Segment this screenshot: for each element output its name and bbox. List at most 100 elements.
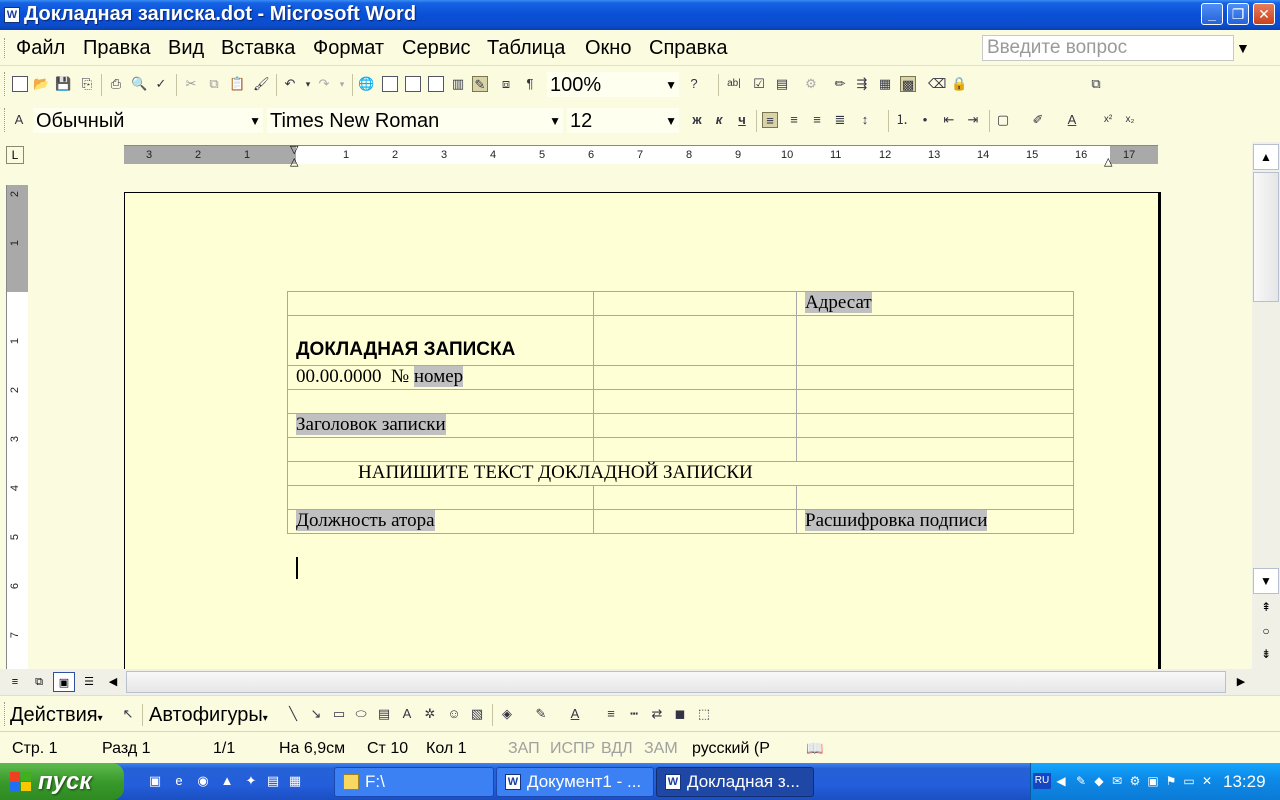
tray-expand-icon[interactable]: ◀ <box>1053 773 1069 789</box>
font-color-icon[interactable]: A <box>1064 112 1080 128</box>
tray-icon[interactable]: ▣ <box>1145 773 1161 789</box>
title-bar[interactable]: W Докладная записка.dot - Microsoft Word… <box>0 0 1280 30</box>
tray-icon[interactable]: ▭ <box>1181 773 1197 789</box>
insert-frame-icon[interactable]: ⇶ <box>854 76 870 92</box>
new-document-icon[interactable] <box>12 76 28 92</box>
language-indicator[interactable]: RU <box>1033 773 1051 789</box>
document-area[interactable]: Адресат ДОКЛАДНАЯ ЗАПИСКА 00.00.0000 № н… <box>34 170 1252 669</box>
insert-table-form-icon[interactable]: ▦ <box>877 76 893 92</box>
line-icon[interactable]: ╲ <box>285 706 301 722</box>
insert-excel-icon[interactable] <box>428 76 444 92</box>
toolbar-grip[interactable] <box>4 108 7 132</box>
scroll-up-button[interactable]: ▲ <box>1253 144 1279 170</box>
show-formatting-icon[interactable]: ¶ <box>522 76 538 92</box>
font-select[interactable]: Times New Roman ▼ <box>266 107 564 134</box>
tray-icon[interactable]: ✎ <box>1073 773 1089 789</box>
save-icon[interactable]: 💾 <box>55 76 71 92</box>
outline-view-icon[interactable]: ☰ <box>78 672 100 692</box>
bullets-icon[interactable]: • <box>917 112 933 128</box>
font-color-icon[interactable]: A <box>567 706 583 722</box>
document-map-icon[interactable]: ⧈ <box>498 76 514 92</box>
format-painter-icon[interactable]: 🖌 <box>253 76 270 92</box>
justify-icon[interactable]: ≣ <box>832 112 848 128</box>
horizontal-ruler[interactable]: 3 2 1 1 2 3 4 5 6 7 8 9 10 11 12 13 14 1… <box>124 144 1158 168</box>
media-player-icon[interactable]: ▲ <box>218 772 236 790</box>
menu-view[interactable]: Вид <box>168 37 204 60</box>
scroll-thumb[interactable] <box>1253 172 1279 302</box>
style-select[interactable]: Обычный ▼ <box>32 107 264 134</box>
close-button[interactable]: ✕ <box>1253 3 1275 25</box>
status-extend[interactable]: ВДЛ <box>601 740 633 758</box>
print-icon[interactable]: ⎙ <box>108 76 124 92</box>
increase-indent-icon[interactable]: ⇥ <box>965 112 981 128</box>
3d-icon[interactable]: ⬚ <box>696 706 712 722</box>
tables-borders-icon[interactable] <box>382 76 398 92</box>
web-view-icon[interactable]: ⧉ <box>28 672 50 692</box>
zoom-select[interactable]: 100% ▼ <box>546 71 680 98</box>
previous-page-icon[interactable]: ⇞ <box>1256 600 1276 614</box>
numbering-icon[interactable]: ⒈ <box>894 112 910 128</box>
next-page-icon[interactable]: ⇟ <box>1256 647 1276 661</box>
menubar-grip[interactable] <box>4 38 7 58</box>
horizontal-scroll-thumb[interactable] <box>126 671 1226 693</box>
clipart-icon[interactable]: ☺ <box>446 706 462 722</box>
arrow-icon[interactable]: ↘ <box>308 706 324 722</box>
copy-icon[interactable]: ⧉ <box>206 76 222 92</box>
checkbox-field-icon[interactable]: ☑ <box>751 76 767 92</box>
paste-icon[interactable]: 📋 <box>229 76 245 92</box>
align-left-icon[interactable]: ≡ <box>762 112 778 128</box>
line-color-icon[interactable]: ✎ <box>533 706 549 722</box>
cut-icon[interactable]: ✂ <box>183 76 199 92</box>
menu-insert[interactable]: Вставка <box>221 37 295 60</box>
protect-form-icon[interactable]: 🔒 <box>951 76 967 92</box>
tray-icon[interactable]: ⚑ <box>1163 773 1179 789</box>
wordart-icon[interactable]: A <box>399 706 415 722</box>
font-size-select[interactable]: 12 ▼ <box>566 107 680 134</box>
textbox-icon[interactable]: ▤ <box>376 706 392 722</box>
browse-object-icon[interactable]: ○ <box>1256 624 1276 638</box>
show-desktop-icon[interactable]: ▣ <box>146 772 164 790</box>
signature-field[interactable]: Расшифровка подписи <box>805 510 988 531</box>
line-style-icon[interactable]: ≡ <box>603 706 619 722</box>
taskbar-item-memo[interactable]: W Докладная з... <box>656 767 814 797</box>
decrease-indent-icon[interactable]: ⇤ <box>941 112 957 128</box>
shadow-icon[interactable]: ◼ <box>672 706 688 722</box>
quick-launch-icon[interactable]: ▤ <box>264 772 282 790</box>
help-question-input[interactable]: Введите вопрос <box>982 35 1234 61</box>
bold-button[interactable]: ж <box>689 112 705 128</box>
start-button[interactable]: пуск <box>0 763 124 800</box>
borders-icon[interactable]: ▢ <box>995 112 1011 128</box>
select-objects-icon[interactable]: ↖ <box>120 706 136 722</box>
print-preview-icon[interactable]: 🔍 <box>131 76 147 92</box>
reset-form-icon[interactable]: ⌫ <box>928 76 946 92</box>
number-field[interactable]: номер <box>413 366 464 387</box>
oval-icon[interactable]: ⬭ <box>353 706 369 722</box>
drawing-toggle-icon[interactable]: ✎ <box>472 76 488 92</box>
normal-view-icon[interactable]: ≡ <box>4 672 26 692</box>
status-track-changes[interactable]: ИСПР <box>550 740 595 758</box>
redo-dropdown-icon[interactable]: ▾ <box>334 76 350 92</box>
addressee-field[interactable]: Адресат <box>805 292 872 313</box>
minimize-button[interactable]: _ <box>1201 3 1223 25</box>
menu-file[interactable]: Файл <box>16 37 65 60</box>
browser-icon[interactable]: e <box>170 772 188 790</box>
styles-icon[interactable]: A <box>11 112 27 128</box>
align-right-icon[interactable]: ≡ <box>809 112 825 128</box>
maximize-button[interactable]: ❐ <box>1227 3 1249 25</box>
field-options-icon[interactable]: ⚙ <box>803 76 819 92</box>
dropdown-field-icon[interactable]: ▤ <box>774 76 790 92</box>
tray-icon[interactable]: ⚙ <box>1127 773 1143 789</box>
taskbar-item-document1[interactable]: W Документ1 - ... <box>496 767 654 797</box>
spelling-status-icon[interactable]: 📖 <box>806 740 823 757</box>
date-field[interactable]: 00.00.0000 <box>296 366 382 387</box>
scroll-right-button[interactable]: ▶ <box>1230 672 1252 692</box>
memo-table[interactable]: Адресат ДОКЛАДНАЯ ЗАПИСКА 00.00.0000 № н… <box>287 291 1074 534</box>
toolbar-grip[interactable] <box>4 702 7 726</box>
author-position-field[interactable]: Должность атора <box>296 510 435 531</box>
line-spacing-icon[interactable]: ↕ <box>857 112 873 128</box>
spelling-icon[interactable]: ✓ <box>153 76 169 92</box>
tray-icon[interactable]: ◆ <box>1091 773 1107 789</box>
print-layout-view-icon[interactable]: ▣ <box>53 672 75 692</box>
rectangle-icon[interactable]: ▭ <box>331 706 347 722</box>
taskbar-item-folder[interactable]: F:\ <box>334 767 494 797</box>
